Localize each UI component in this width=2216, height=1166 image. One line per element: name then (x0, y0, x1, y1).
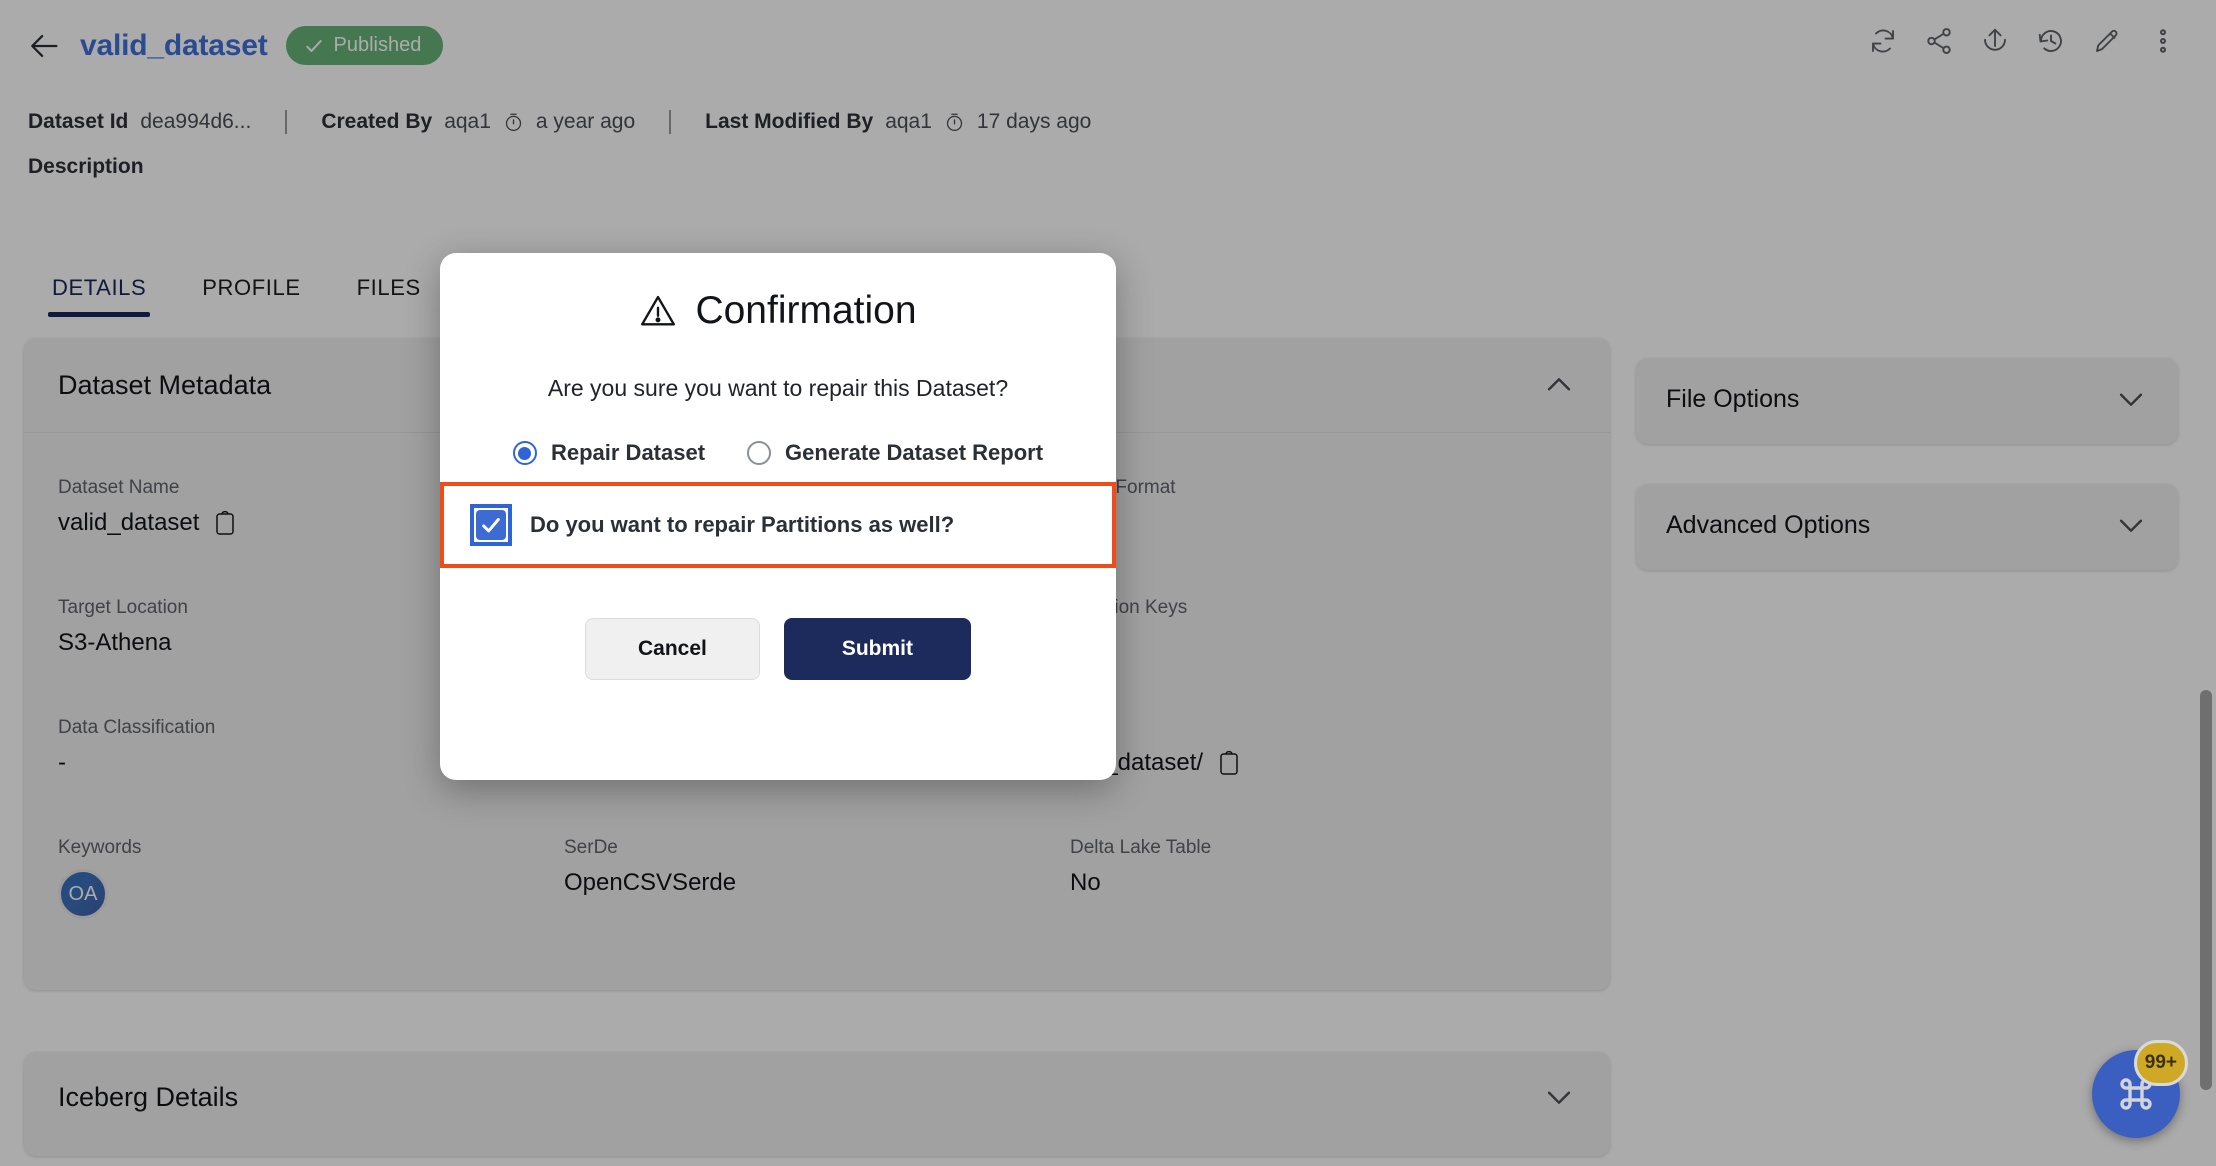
repair-partitions-checkbox-row[interactable]: Do you want to repair Partitions as well… (444, 504, 954, 546)
cancel-button[interactable]: Cancel (584, 618, 760, 680)
repair-partitions-highlighted-row: Do you want to repair Partitions as well… (440, 482, 1116, 568)
radio-indicator-selected[interactable] (512, 441, 537, 465)
assistant-fab[interactable]: 99+ (2092, 1040, 2188, 1138)
submit-button[interactable]: Submit (783, 618, 972, 680)
warning-triangle-icon (639, 292, 677, 330)
checkbox-label: Do you want to repair Partitions as well… (530, 512, 955, 537)
radio-label: Generate Dataset Report (785, 440, 1044, 465)
notification-count-badge: 99+ (2133, 1040, 2188, 1086)
radio-generate-dataset-report[interactable]: Generate Dataset Report (747, 440, 1043, 466)
page-scrollbar-thumb[interactable] (2200, 690, 2212, 1090)
checkbox-focus-ring[interactable] (470, 504, 512, 546)
radio-repair-dataset[interactable]: Repair Dataset (512, 440, 706, 466)
radio-label: Repair Dataset (550, 440, 706, 465)
confirmation-dialog: Confirmation Are you sure you want to re… (440, 253, 1116, 780)
dialog-message: Are you sure you want to repair this Dat… (547, 375, 1009, 401)
checkbox-checked[interactable] (476, 510, 506, 540)
dialog-radio-group: Repair Dataset Generate Dataset Report (512, 440, 1043, 466)
radio-indicator[interactable] (747, 441, 772, 465)
dialog-title: Confirmation (695, 289, 917, 332)
dialog-actions: Cancel Submit (584, 618, 972, 680)
dialog-title-row: Confirmation (639, 289, 917, 333)
